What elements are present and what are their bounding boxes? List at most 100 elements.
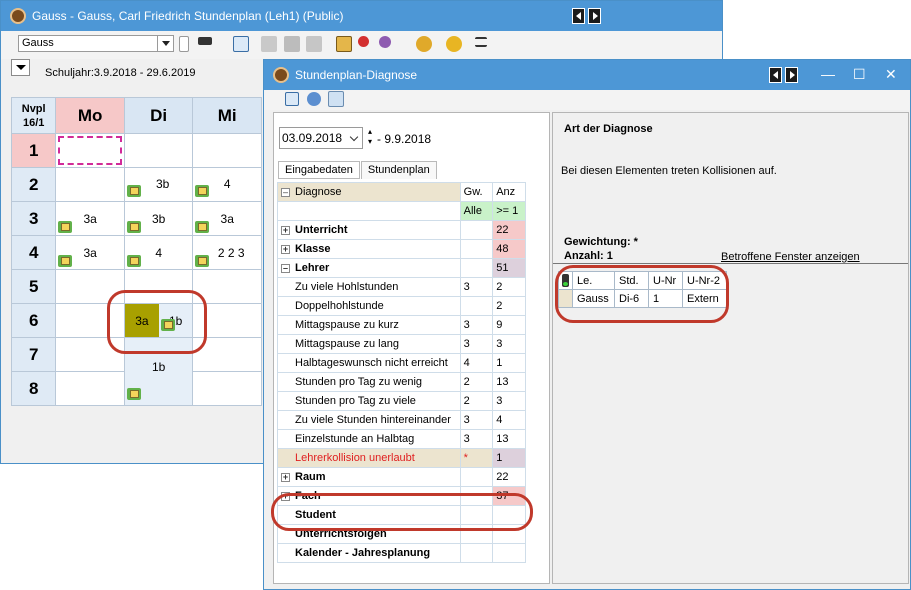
graduation-cap-icon[interactable] (198, 37, 212, 45)
lesson-class: 3a (83, 211, 97, 226)
diagnose-row[interactable]: Zu viele Stunden hintereinander 3 4 (277, 410, 526, 430)
expand-icon[interactable]: + (281, 245, 290, 254)
diagnose-row-label: Unterricht (295, 224, 348, 236)
diagnose-row-halbtageswunsch-nicht-erreicht[interactable]: Halbtageswunsch nicht erreicht (277, 353, 461, 373)
diagnose-row[interactable]: – Lehrer 51 (277, 258, 526, 278)
diagnose-row-mittagspause-zu-lang[interactable]: Mittagspause zu lang (277, 334, 461, 354)
diagnose-row-stunden-pro-tag-zu-wenig[interactable]: Stunden pro Tag zu wenig (277, 372, 461, 392)
cell-mi-2[interactable]: 4 (192, 167, 262, 202)
next-arrow-icon[interactable] (588, 8, 601, 24)
day-header-di[interactable]: Di (123, 97, 194, 134)
people-icon[interactable] (379, 36, 391, 48)
collapse-icon[interactable]: – (281, 264, 290, 273)
cell-mi-8[interactable] (192, 371, 262, 406)
cell-di-2[interactable]: 3b (123, 167, 194, 202)
diagnose-row[interactable]: + Klasse 48 (277, 239, 526, 259)
diagnose-row-zu-viele-hohlstunden[interactable]: Zu viele Hohlstunden (277, 277, 461, 297)
tab-eingabedaten[interactable]: Eingabedaten (278, 161, 360, 179)
day-header-mo[interactable]: Mo (55, 97, 125, 134)
period-header-7: 7 (10, 337, 57, 372)
diagnose-row[interactable]: Mittagspause zu lang 3 3 (277, 334, 526, 354)
diagnose-row-kalender-jahresplanung[interactable]: Kalender - Jahresplanung (277, 543, 461, 563)
diagnose-row-einzelstunde-an-halbtag[interactable]: Einzelstunde an Halbtag (277, 429, 461, 449)
copy-icon[interactable] (261, 36, 277, 52)
filter-icon[interactable] (328, 91, 344, 107)
date-stepper[interactable]: ▴ ▾ (368, 127, 376, 149)
diagnose-row-klasse[interactable]: + Klasse (277, 239, 461, 259)
diagnose-row-zu-viele-stunden-hintereinander[interactable]: Zu viele Stunden hintereinander (277, 410, 461, 430)
cell-mo-1[interactable] (55, 133, 125, 168)
diagnose-row[interactable]: Stunden pro Tag zu wenig 2 13 (277, 372, 526, 392)
lesson-lock-icon (126, 388, 141, 400)
chevron-down-icon (16, 65, 26, 70)
cell-mo-8[interactable] (55, 371, 125, 406)
cell-di-3[interactable]: 3b (123, 201, 194, 236)
lock-icon[interactable] (284, 36, 300, 52)
diagnose-row[interactable]: + Unterricht 22 (277, 220, 526, 240)
panel-dropdown-button[interactable] (11, 59, 30, 76)
diagnose-row[interactable]: + Raum 22 (277, 467, 526, 487)
minimize-icon[interactable]: — (821, 64, 835, 84)
diagnose-row-anz (492, 543, 526, 563)
cell-mo-2[interactable] (55, 167, 125, 202)
close-icon[interactable]: ✕ (885, 64, 897, 84)
diagnose-row-lehrerkollision-unerlaubt[interactable]: Lehrerkollision unerlaubt (277, 448, 461, 468)
diagnose-row[interactable]: Zu viele Hohlstunden 3 2 (277, 277, 526, 297)
diagnose-row[interactable]: Einzelstunde an Halbtag 3 13 (277, 429, 526, 449)
expand-grid-icon[interactable] (233, 36, 249, 52)
previous-arrow-icon[interactable] (769, 67, 782, 83)
cell-mi-1[interactable] (192, 133, 262, 168)
gw-header[interactable]: Gw. (459, 182, 494, 202)
day-header-mi[interactable]: Mi (192, 97, 262, 134)
diagnose-row[interactable]: Mittagspause zu kurz 3 9 (277, 315, 526, 335)
app-clock-icon (10, 8, 26, 24)
gear-icon[interactable] (446, 36, 462, 52)
cell-di-1[interactable] (123, 133, 194, 168)
diagnose-row-raum[interactable]: + Raum (277, 467, 461, 487)
anz-filter[interactable]: >= 1 (492, 201, 526, 221)
anz-header[interactable]: Anz (492, 182, 526, 202)
cell-mo-3[interactable]: 3a (55, 201, 125, 236)
betroffene-fenster-link[interactable]: Betroffene Fenster anzeigen (721, 251, 860, 263)
pin-icon[interactable] (358, 36, 369, 47)
chevron-down-icon[interactable] (157, 36, 173, 51)
expand-grid-icon[interactable] (285, 92, 299, 106)
diagnose-row[interactable]: Kalender - Jahresplanung (277, 543, 526, 563)
expand-icon[interactable]: + (281, 226, 290, 235)
settings-gear-icon[interactable] (416, 36, 432, 52)
date-to-label: - 9.9.2018 (377, 132, 432, 146)
diagnose-row-doppelhohlstunde[interactable]: Doppelhohlstunde (277, 296, 461, 316)
undo-icon[interactable] (306, 36, 322, 52)
cell-mo-4[interactable]: 3a (55, 235, 125, 270)
diagnose-row[interactable]: Doppelhohlstunde 2 (277, 296, 526, 316)
diagnose-row-lehrer[interactable]: – Lehrer (277, 258, 461, 278)
diagnose-header[interactable]: – Diagnose (277, 182, 461, 202)
collapse-icon[interactable]: – (281, 188, 290, 197)
diagnose-row-unterricht[interactable]: + Unterricht (277, 220, 461, 240)
cell-di-4[interactable]: 4 (123, 235, 194, 270)
diagnosis-icon[interactable] (336, 36, 352, 52)
refresh-icon[interactable] (307, 92, 321, 106)
teacher-select[interactable]: Gauss (18, 35, 174, 52)
expand-icon[interactable]: + (281, 473, 290, 482)
diagnose-titlebar[interactable]: Stundenplan-Diagnose — ☐ ✕ (264, 60, 910, 90)
diagnose-row-mittagspause-zu-kurz[interactable]: Mittagspause zu kurz (277, 315, 461, 335)
stepper-icon[interactable] (179, 36, 189, 52)
cell-mi-4[interactable]: 2 2 3 (192, 235, 262, 270)
diagnose-row[interactable]: Stunden pro Tag zu viele 2 3 (277, 391, 526, 411)
next-arrow-icon[interactable] (785, 67, 798, 83)
tab-stundenplan[interactable]: Stundenplan (360, 161, 437, 179)
diagnose-row-stunden-pro-tag-zu-viele[interactable]: Stunden pro Tag zu viele (277, 391, 461, 411)
maximize-icon[interactable]: ☐ (853, 64, 866, 84)
list-menu-icon[interactable] (475, 37, 487, 47)
date-picker[interactable]: 03.09.2018 (279, 127, 363, 149)
diagnose-row-label: Lehrer (295, 262, 330, 274)
diagnose-row[interactable]: Halbtageswunsch nicht erreicht 4 1 (277, 353, 526, 373)
diagnose-description: Bei diesen Elementen treten Kollisionen … (561, 165, 777, 177)
timetable-titlebar[interactable]: Gauss - Gauss, Carl Friedrich Stundenpla… (1, 1, 722, 31)
gw-filter[interactable]: Alle (459, 201, 494, 221)
previous-arrow-icon[interactable] (572, 8, 585, 24)
diagnose-row[interactable]: Lehrerkollision unerlaubt * 1 (277, 448, 526, 468)
cell-mi-3[interactable]: 3a (192, 201, 262, 236)
diagnose-row-gw: 3 (459, 410, 494, 430)
